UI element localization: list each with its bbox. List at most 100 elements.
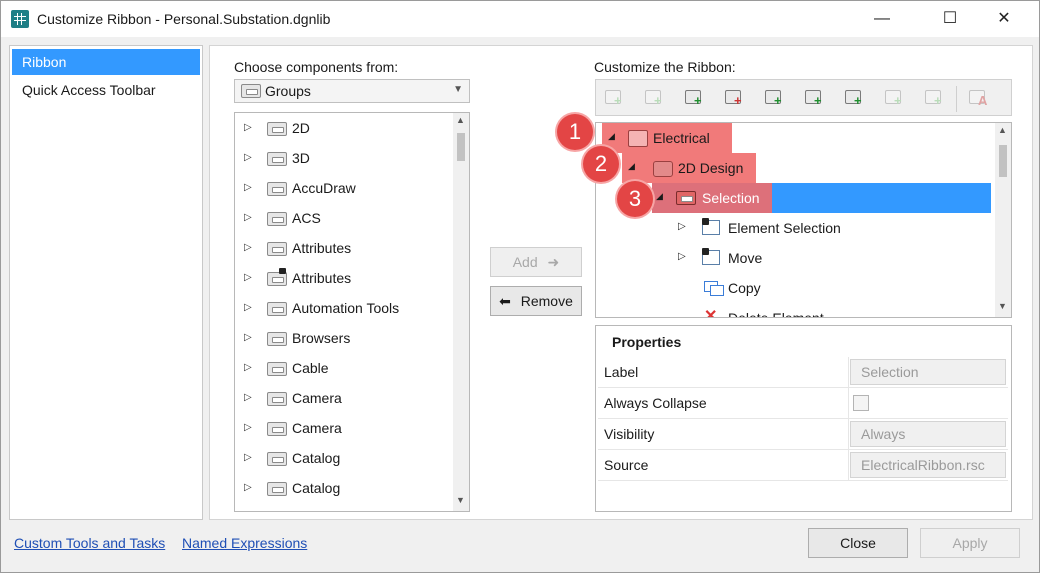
components-list: ▷ 2D ▷ 3D ▷ AccuDraw ▷ ACS ▷ Attributes … [234, 112, 470, 512]
copy-item-icon[interactable]: + [922, 86, 946, 110]
callout-badge-3: 3 [617, 181, 653, 217]
list-item-label: Attributes [292, 270, 352, 286]
ribbon-tree-scrollbar[interactable]: ▲ ▼ [995, 123, 1011, 317]
expand-icon[interactable]: ▷ [244, 173, 252, 203]
list-item[interactable]: ▷ 3D [235, 143, 453, 173]
arrow-left-icon: ⬅ [499, 293, 511, 309]
tree-item-copy[interactable]: Copy [728, 280, 761, 296]
list-item[interactable]: ▷ Catalog [235, 443, 453, 473]
list-item[interactable]: ▷ 2D [235, 113, 453, 143]
list-item[interactable]: ▷ Automation Tools [235, 293, 453, 323]
move-up-icon[interactable]: + [882, 86, 906, 110]
expand-icon[interactable]: ▷ [244, 293, 252, 323]
add-button-label: Add [512, 254, 538, 270]
list-item[interactable]: ▷ Camera [235, 383, 453, 413]
expand-icon[interactable]: ▷ [244, 143, 252, 173]
expand-icon[interactable]: ▷ [244, 113, 252, 143]
window-title: Customize Ribbon - Personal.Substation.d… [37, 11, 331, 27]
property-row: Visibility Always [598, 419, 1008, 450]
expand-icon[interactable]: ▷ [244, 353, 252, 383]
new-gallery-icon[interactable]: + [762, 86, 786, 110]
property-row: Source ElectricalRibbon.rsc [598, 450, 1008, 481]
expand-icon[interactable]: ▷ [244, 233, 252, 263]
properties-panel: Properties Label Selection Always Collap… [595, 325, 1012, 512]
list-item[interactable]: ▷ Cable [235, 353, 453, 383]
expand-icon[interactable]: ▷ [678, 221, 686, 232]
components-combo[interactable]: Groups ▼ [234, 79, 470, 103]
list-item[interactable]: ▷ Attributes [235, 263, 453, 293]
new-tab-icon[interactable]: + [602, 86, 626, 110]
list-item[interactable]: ▷ Catalog [235, 473, 453, 503]
group-icon [267, 212, 287, 226]
maximize-button[interactable]: ☐ [927, 1, 973, 37]
list-item[interactable]: ▷ Camera [235, 413, 453, 443]
expand-icon[interactable]: ▷ [244, 323, 252, 353]
tree-item-electrical[interactable]: Electrical [653, 130, 710, 146]
chevron-down-icon: ▼ [453, 84, 463, 95]
scroll-up-icon[interactable]: ▲ [998, 125, 1007, 135]
close-window-button[interactable]: ✕ [981, 1, 1027, 37]
sidebar-item-ribbon[interactable]: Ribbon [12, 49, 200, 75]
group-icon [267, 392, 287, 406]
list-item-label: Camera [292, 420, 342, 436]
new-group-icon[interactable]: + [642, 86, 666, 110]
ribbon-tree: ◢ Electrical ◢ 2D Design ◢ Selection ▷ E… [595, 122, 1012, 318]
property-row: Always Collapse [598, 388, 1008, 419]
property-name: Source [604, 457, 649, 473]
apply-button[interactable]: Apply [920, 528, 1020, 558]
list-item-label: 3D [292, 150, 310, 166]
expand-icon[interactable]: ▷ [244, 263, 252, 293]
named-expressions-link[interactable]: Named Expressions [182, 535, 307, 551]
expand-icon[interactable]: ▷ [244, 443, 252, 473]
list-item-label: 2D [292, 120, 310, 136]
visibility-field[interactable]: Always [850, 421, 1006, 447]
new-panel-icon[interactable]: + [682, 86, 706, 110]
expand-icon[interactable]: ▷ [244, 473, 252, 503]
scrollbar-thumb[interactable] [457, 133, 465, 161]
rename-icon[interactable]: A [966, 86, 990, 110]
callout-badge-2: 2 [583, 146, 619, 182]
app-grid-icon [11, 10, 29, 28]
new-separator-icon[interactable]: + [842, 86, 866, 110]
group-icon [267, 332, 287, 346]
lock-icon [702, 218, 709, 225]
expand-icon[interactable]: ▷ [678, 251, 686, 262]
property-name: Visibility [604, 426, 655, 442]
collapse-icon[interactable]: ◢ [628, 161, 635, 172]
delete-icon: ✕ [704, 308, 718, 318]
tree-item-element-selection[interactable]: Element Selection [728, 220, 841, 236]
tree-item-move[interactable]: Move [728, 250, 762, 266]
callout-badge-1: 1 [557, 114, 593, 150]
collapse-icon[interactable]: ◢ [656, 191, 663, 202]
list-item[interactable]: ▷ ACS [235, 203, 453, 233]
custom-tools-link[interactable]: Custom Tools and Tasks [14, 535, 165, 551]
scroll-down-icon[interactable]: ▼ [998, 301, 1007, 311]
tree-item-delete-element[interactable]: Delete Element [728, 310, 824, 317]
sidebar-item-quick-access-toolbar[interactable]: Quick Access Toolbar [12, 77, 200, 103]
copy-icon-back [710, 285, 724, 296]
scroll-down-icon[interactable]: ▼ [456, 495, 465, 505]
close-button[interactable]: Close [808, 528, 908, 558]
list-item[interactable]: ▷ AccuDraw [235, 173, 453, 203]
components-scrollbar[interactable]: ▲ ▼ [453, 113, 469, 511]
new-split-button-icon[interactable]: + [722, 86, 746, 110]
label-field[interactable]: Selection [850, 359, 1006, 385]
tree-item-2d-design[interactable]: 2D Design [678, 160, 743, 176]
always-collapse-checkbox[interactable] [853, 395, 869, 411]
new-button-icon[interactable]: + [802, 86, 826, 110]
expand-icon[interactable]: ▷ [244, 203, 252, 233]
add-button[interactable]: Add ➜ [490, 247, 582, 277]
scrollbar-thumb[interactable] [999, 145, 1007, 177]
source-field[interactable]: ElectricalRibbon.rsc [850, 452, 1006, 478]
collapse-icon[interactable]: ◢ [608, 131, 615, 142]
properties-heading: Properties [612, 334, 682, 350]
remove-button[interactable]: ⬅ Remove [490, 286, 582, 316]
expand-icon[interactable]: ▷ [244, 413, 252, 443]
expand-icon[interactable]: ▷ [244, 383, 252, 413]
list-item[interactable]: ▷ Attributes [235, 233, 453, 263]
scroll-up-icon[interactable]: ▲ [456, 115, 465, 125]
list-item[interactable]: ▷ Browsers [235, 323, 453, 353]
minimize-button[interactable]: — [859, 1, 905, 37]
panel-icon [676, 191, 696, 205]
tree-item-selection[interactable]: Selection [702, 190, 760, 206]
